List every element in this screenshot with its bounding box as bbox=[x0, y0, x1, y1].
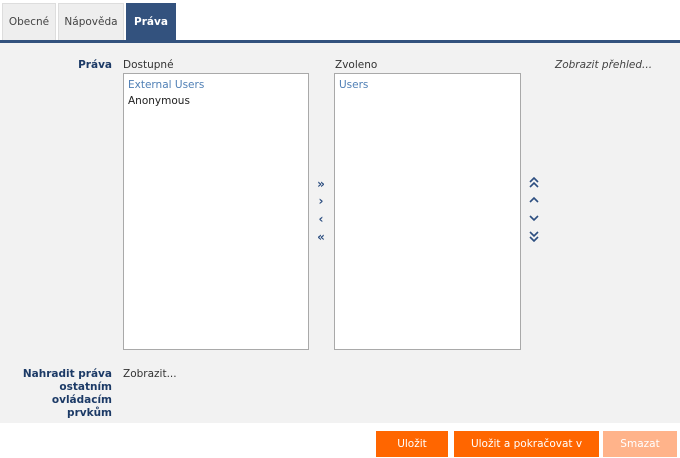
tab-obecne[interactable]: Obecné bbox=[2, 3, 56, 40]
chevron-left-icon[interactable]: ‹ bbox=[314, 212, 328, 226]
replace-rights-label: Nahradit práva ostatním ovládacím prvkům bbox=[22, 368, 112, 419]
list-item[interactable]: Users bbox=[339, 77, 516, 93]
rights-label: Práva bbox=[78, 59, 112, 71]
list-item[interactable]: External Users bbox=[128, 77, 304, 93]
delete-button[interactable]: Smazat bbox=[603, 431, 677, 457]
double-chevron-right-icon[interactable]: » bbox=[314, 177, 328, 191]
double-chevron-up-icon[interactable] bbox=[527, 176, 541, 191]
chevron-right-icon[interactable]: › bbox=[314, 194, 328, 208]
tab-bar: Obecné Nápověda Práva bbox=[0, 0, 680, 43]
chevron-up-icon[interactable] bbox=[527, 194, 541, 208]
tab-prava[interactable]: Práva bbox=[126, 3, 176, 40]
selected-listbox[interactable]: Users bbox=[334, 73, 521, 350]
double-chevron-left-icon[interactable]: « bbox=[314, 230, 328, 244]
overview-link[interactable]: Zobrazit přehled... bbox=[555, 59, 652, 71]
save-continue-button[interactable]: Uložit a pokračovat v editaci bbox=[454, 431, 599, 457]
available-label: Dostupné bbox=[123, 59, 174, 71]
double-chevron-down-icon[interactable] bbox=[527, 230, 541, 244]
chevron-down-icon[interactable] bbox=[527, 212, 541, 226]
save-button[interactable]: Uložit bbox=[376, 431, 448, 457]
available-listbox[interactable]: External Users Anonymous bbox=[123, 73, 309, 350]
replace-rights-link[interactable]: Zobrazit... bbox=[123, 368, 177, 380]
list-item[interactable]: Anonymous bbox=[128, 93, 304, 109]
tab-napoveda[interactable]: Nápověda bbox=[58, 3, 124, 40]
selected-label: Zvoleno bbox=[335, 59, 378, 71]
